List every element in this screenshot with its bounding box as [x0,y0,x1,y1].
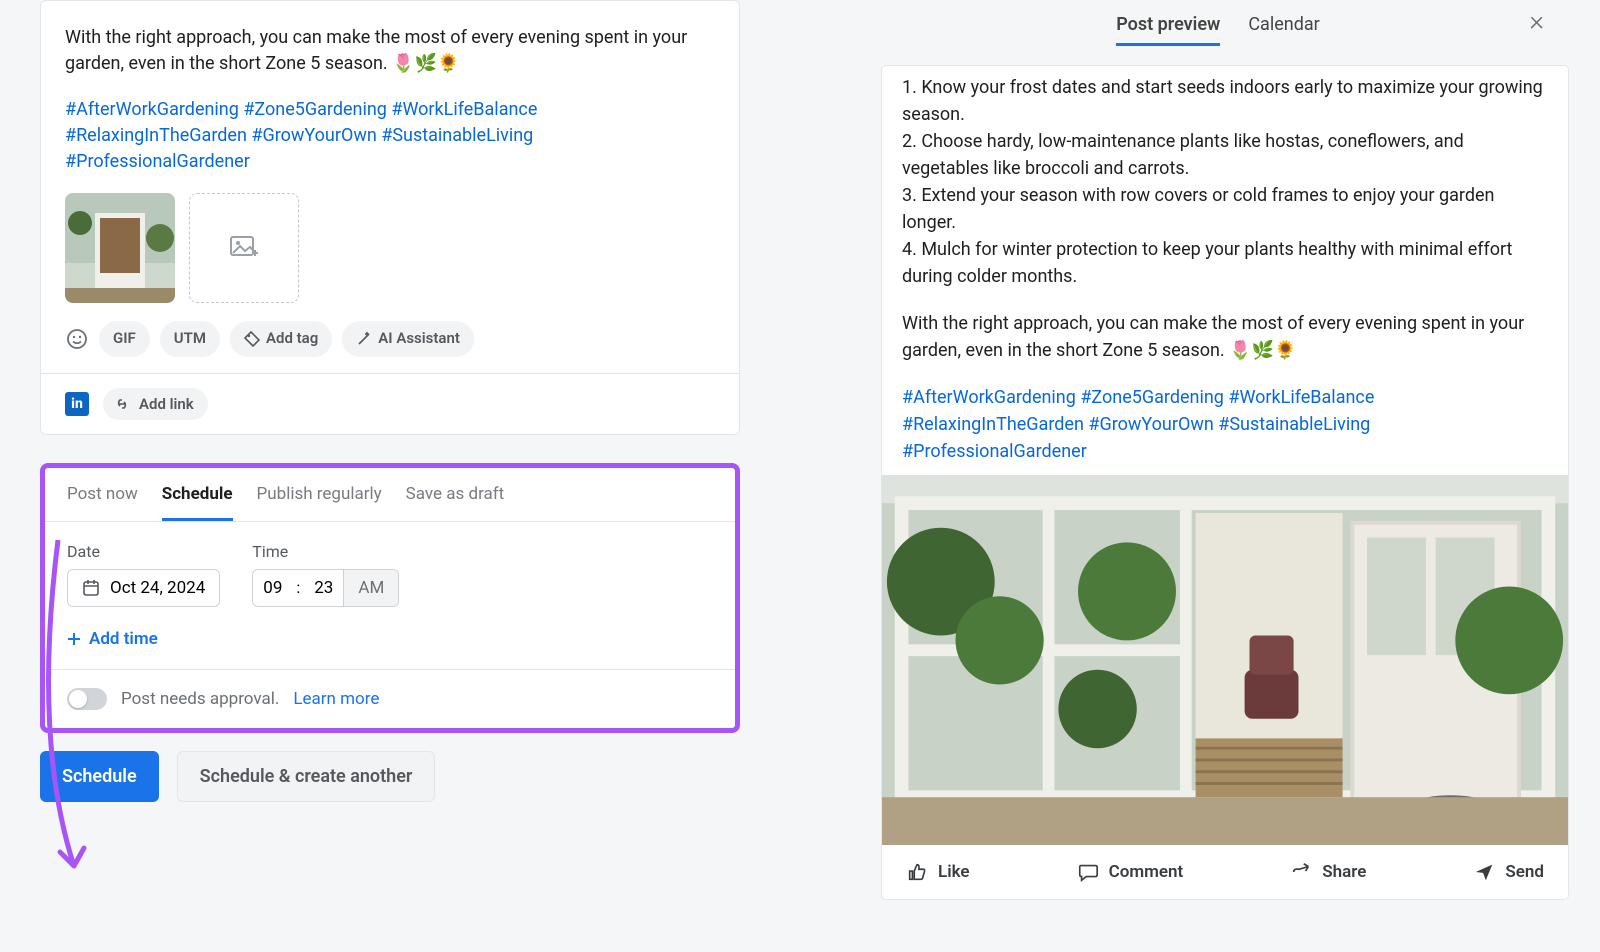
image-plus-icon [230,236,258,260]
close-icon[interactable]: × [1529,4,1544,37]
comment-button[interactable]: Comment [1077,861,1184,883]
comment-icon [1077,861,1099,883]
add-time-button[interactable]: Add time [67,629,713,649]
tab-save-draft[interactable]: Save as draft [406,484,505,521]
preview-card: 1. Know your frost dates and start seeds… [882,66,1568,899]
preview-text: 1. Know your frost dates and start seeds… [882,66,1568,475]
add-link-chip[interactable]: Add link [103,388,208,420]
date-group: Date Oct 24, 2024 [67,542,220,607]
thumbs-up-icon [906,861,928,883]
like-button[interactable]: Like [906,861,970,883]
tab-post-now[interactable]: Post now [67,484,138,521]
date-picker[interactable]: Oct 24, 2024 [67,569,220,607]
time-label: Time [252,542,399,561]
linkedin-icon[interactable]: in [65,392,89,416]
approval-text: Post needs approval. [121,689,279,709]
composer-body[interactable]: With the right approach, you can make th… [41,1,739,373]
link-row: in Add link [41,374,739,434]
add-tag-chip[interactable]: Add tag [230,321,332,357]
schedule-buttons: Schedule Schedule & create another [40,751,740,802]
tab-post-preview[interactable]: Post preview [1116,14,1220,46]
date-value: Oct 24, 2024 [110,578,205,598]
tip-3: 3. Extend your season with row covers or… [902,182,1548,236]
approval-toggle[interactable] [67,688,107,710]
send-icon [1473,861,1495,883]
compose-chip-row: GIF UTM Add tag AI Assistant [65,321,715,357]
preview-tabs: Post preview Calendar × [868,0,1568,56]
tip-4: 4. Mulch for winter protection to keep y… [902,236,1548,290]
schedule-tabs: Post now Schedule Publish regularly Save… [45,468,735,522]
tip-1: 1. Know your frost dates and start seeds… [902,74,1548,128]
link-icon [113,395,131,413]
send-button[interactable]: Send [1473,861,1544,883]
composer-card: With the right approach, you can make th… [40,0,740,435]
preview-paragraph: With the right approach, you can make th… [902,310,1548,364]
time-group: Time 09 : 23 AM [252,542,399,607]
calendar-icon [82,579,100,597]
ai-assistant-chip[interactable]: AI Assistant [342,321,474,357]
attached-image-thumb[interactable] [65,193,175,303]
greenhouse-thumbnail-svg [65,193,175,303]
plus-icon [67,632,81,646]
time-picker[interactable]: 09 : 23 AM [252,569,399,607]
compose-column: With the right approach, you can make th… [40,0,740,802]
tag-icon [244,331,260,347]
tab-schedule[interactable]: Schedule [162,484,233,521]
gif-chip[interactable]: GIF [99,321,150,357]
time-sep: : [292,570,304,606]
schedule-button[interactable]: Schedule [40,751,159,802]
compose-text: With the right approach, you can make th… [65,27,687,74]
smile-icon [66,328,88,350]
tab-publish-regularly[interactable]: Publish regularly [257,484,382,521]
wand-icon [356,331,372,347]
learn-more-link[interactable]: Learn more [293,689,379,709]
share-button[interactable]: Share [1290,861,1366,883]
time-hour[interactable]: 09 [253,570,292,606]
schedule-create-another-button[interactable]: Schedule & create another [177,751,436,802]
preview-column: Post preview Calendar × 1. Know your fro… [868,0,1568,899]
share-icon [1290,861,1312,883]
schedule-body: Date Oct 24, 2024 Time 09 : 23 AM [45,522,735,669]
date-label: Date [67,542,220,561]
time-minute[interactable]: 23 [304,570,343,606]
greenhouse-image-svg [882,475,1568,845]
preview-actions: Like Comment Share Send [882,845,1568,899]
tab-calendar[interactable]: Calendar [1248,14,1319,46]
media-row [65,193,715,303]
add-image-button[interactable] [189,193,299,303]
emoji-button[interactable] [65,327,89,351]
utm-chip[interactable]: UTM [160,321,220,357]
tip-2: 2. Choose hardy, low-maintenance plants … [902,128,1548,182]
time-ampm[interactable]: AM [343,570,398,606]
preview-image[interactable] [882,475,1568,845]
preview-hashtags[interactable]: #AfterWorkGardening #Zone5Gardening #Wor… [902,384,1548,465]
schedule-panel: Post now Schedule Publish regularly Save… [40,463,740,733]
approval-row: Post needs approval. Learn more [45,669,735,728]
compose-hashtags[interactable]: #AfterWorkGardening #Zone5Gardening #Wor… [65,97,715,175]
